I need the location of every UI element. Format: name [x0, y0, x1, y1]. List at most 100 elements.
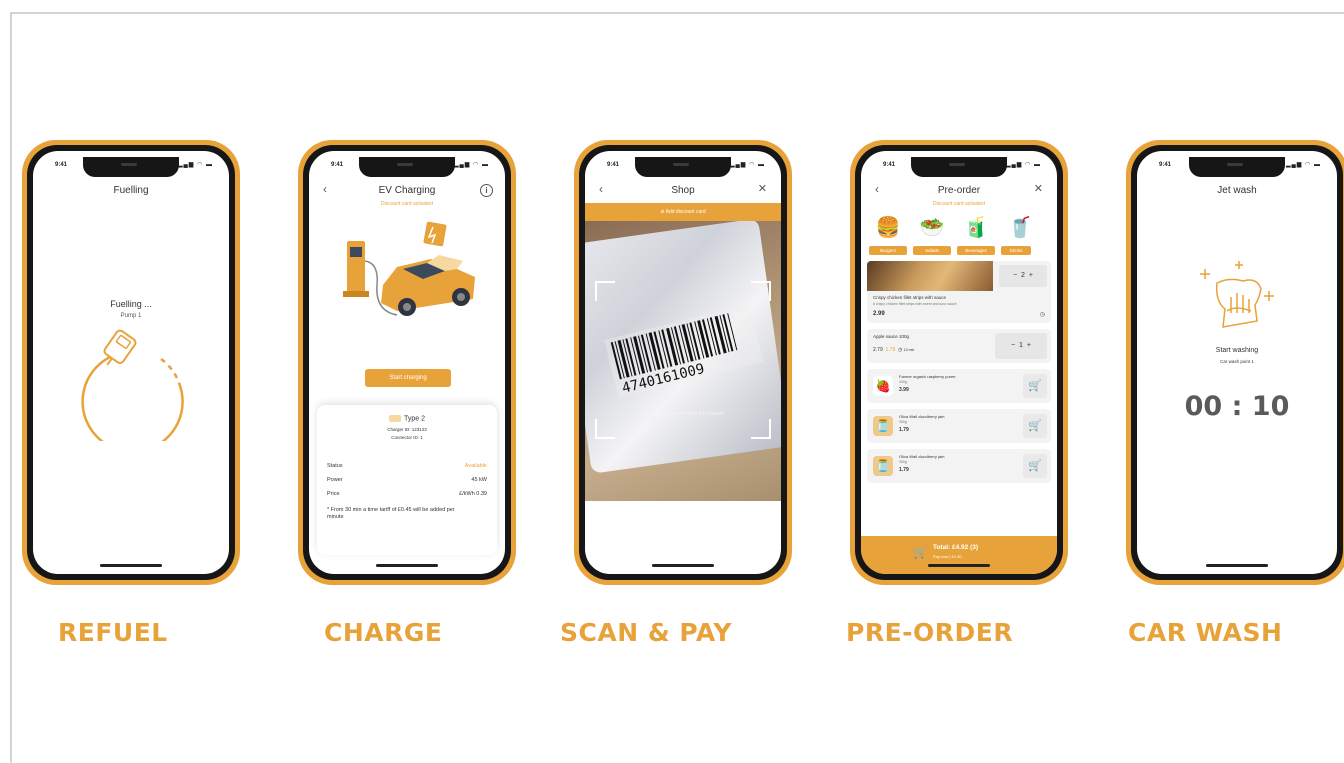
caption-scan-pay: SCAN & PAY: [560, 618, 732, 647]
item-name: Oliva Wafi cloudberry jam: [899, 454, 945, 459]
featured-quantity-stepper[interactable]: − 2 +: [999, 265, 1047, 287]
charger-info-card: Type 2 Charger ID: 123123 Connector ID: …: [317, 405, 497, 555]
status-time: 9:41: [607, 162, 620, 168]
refuel-screen: 9:41 ▂▄▆ ◠ ▬ Fuelling Fuelling ... Pump …: [33, 151, 229, 574]
status-icons: ▂▄▆ ◠ ▬: [177, 162, 213, 168]
connector-type: Type 2: [403, 415, 425, 423]
item-price: 3.99: [899, 387, 909, 393]
phone-carwash: 9:41 ▂▄▆ ◠ ▬ Jet wash Start washing Car …: [1126, 140, 1344, 585]
order-total-sub: Pay now | £1.90: [933, 554, 962, 559]
fuelling-status: Fuelling ...: [110, 299, 152, 309]
caption-pre-order: PRE-ORDER: [846, 618, 1014, 647]
close-icon[interactable]: ✕: [1034, 182, 1043, 195]
food-photo: [867, 261, 993, 291]
screen-title: Pre-order: [937, 185, 981, 196]
prep-time: 10 min: [903, 348, 915, 352]
start-charging-button[interactable]: Start charging: [365, 369, 451, 387]
ev-charging-illustration: [343, 221, 475, 316]
item-description: 6 crispy chicken fillet strips with swee…: [873, 302, 957, 306]
item-price: 2.99: [873, 311, 885, 317]
plus-button[interactable]: +: [1027, 342, 1031, 349]
tariff-note: * From 30 min a time tariff of £0.45 wil…: [327, 507, 455, 520]
close-icon[interactable]: ✕: [758, 182, 767, 195]
price-label: Price: [327, 491, 340, 497]
phone-shop: 9:41 ▂▄▆ ◠ ▬ ‹ Shop ✕ ⊘ Add discount car…: [574, 140, 792, 585]
category-label: Salads: [913, 246, 951, 255]
status-time: 9:41: [331, 162, 344, 168]
power-value: 45 kW: [471, 477, 487, 483]
camera-viewfinder[interactable]: 4740161009 Place the screen to scan the …: [585, 221, 781, 501]
scan-frame-corner: [595, 419, 615, 439]
category-drinks[interactable]: 🥤 Drinks: [1001, 213, 1032, 255]
item-price-row: 2.79 1.79 ◷ 10 min: [873, 347, 914, 353]
category-label: Burgers: [869, 246, 907, 255]
scan-hint: Place the screen to scan the product: [642, 411, 724, 417]
jar-icon: 🫙: [873, 456, 893, 476]
power-label: Power: [327, 477, 343, 483]
burger-icon: 🍔: [875, 217, 901, 239]
item-size: 350g: [899, 420, 907, 424]
phone-charge: 9:41 ▂▄▆ ◠ ▬ ‹ EV Charging i Discount ca…: [298, 140, 516, 585]
scan-frame-corner: [751, 281, 771, 301]
minus-button[interactable]: −: [1011, 342, 1015, 349]
category-label: Beverages: [957, 246, 995, 255]
item-card-apple-sauce[interactable]: Apple sauce 100g 2.79 1.79 ◷ 10 min − 1 …: [867, 329, 1051, 363]
drink-icon: 🥤: [1007, 217, 1033, 239]
category-burgers[interactable]: 🍔 Burgers: [869, 213, 907, 255]
status-label: Status: [327, 463, 343, 469]
cart-icon: 🛒: [913, 545, 928, 559]
item-price: 1.79: [899, 467, 909, 473]
phone-preorder: 9:41 ▂▄▆ ◠ ▬ ‹ Pre-order ✕ Discount card…: [850, 140, 1068, 585]
status-time: 9:41: [1159, 162, 1172, 168]
cart-icon: 🛒: [1028, 460, 1042, 472]
screen-title: EV Charging: [378, 185, 436, 196]
home-indicator: [376, 564, 438, 567]
discount-badge: Discount card activated: [933, 201, 985, 207]
bottle-icon: 🧃: [963, 217, 989, 239]
category-salads[interactable]: 🥗 Salads: [913, 213, 951, 255]
status-icons: ▂▄▆ ◠ ▬: [1285, 162, 1321, 168]
item-price-new: 1.79: [885, 347, 896, 353]
charger-id: Charger ID: 123123: [387, 427, 427, 432]
plus-button[interactable]: +: [1029, 272, 1033, 279]
scan-frame-corner: [595, 281, 615, 301]
screen-title: Jet wash: [1217, 185, 1257, 196]
discount-badge: Discount card activated: [381, 201, 433, 207]
quantity-value: 2: [1021, 272, 1025, 279]
add-to-cart-button[interactable]: 🛒: [1023, 414, 1047, 438]
status-icons: ▂▄▆ ◠ ▬: [453, 162, 489, 168]
item-price: 1.79: [899, 427, 909, 433]
clock-icon: ◷: [898, 347, 903, 353]
list-item[interactable]: 🍓 Farmer organic raspberry puree 400g 3.…: [867, 369, 1051, 403]
status-icons: ▂▄▆ ◠ ▬: [729, 162, 765, 168]
apple-sauce-quantity-stepper[interactable]: − 1 +: [995, 333, 1047, 359]
connector-type-row: Type 2: [317, 415, 497, 422]
info-icon[interactable]: i: [480, 184, 493, 197]
power-row: Power 45 kW: [327, 477, 487, 483]
quantity-value: 1: [1019, 342, 1023, 349]
add-discount-card-bar[interactable]: ⊘ Add discount card: [585, 203, 781, 221]
home-indicator: [652, 564, 714, 567]
item-size: 350g: [899, 460, 907, 464]
caption-car-wash: CAR WASH: [1128, 618, 1283, 647]
charge-screen: 9:41 ▂▄▆ ◠ ▬ ‹ EV Charging i Discount ca…: [309, 151, 505, 574]
status-value: Available: [464, 463, 487, 469]
minus-button[interactable]: −: [1013, 272, 1017, 279]
list-item[interactable]: 🫙 Oliva Wafi cloudberry jam 350g 1.79 🛒: [867, 409, 1051, 443]
hand-wash-icon: [1200, 261, 1274, 328]
carwash-screen: 9:41 ▂▄▆ ◠ ▬ Jet wash Start washing Car …: [1137, 151, 1337, 574]
featured-item-card[interactable]: − 2 + Crispy chicken fillet strips with …: [867, 261, 1051, 323]
item-name: Farmer organic raspberry puree: [899, 374, 956, 379]
list-item[interactable]: 🫙 Oliva Wafi cloudberry jam 350g 1.79 🛒: [867, 449, 1051, 483]
status-row: Status Available: [327, 463, 487, 469]
add-to-cart-button[interactable]: 🛒: [1023, 454, 1047, 478]
add-to-cart-button[interactable]: 🛒: [1023, 374, 1047, 398]
preorder-screen: 9:41 ▂▄▆ ◠ ▬ ‹ Pre-order ✕ Discount card…: [861, 151, 1057, 574]
checkout-bar[interactable]: 🛒 Total: £4.92 (3) Pay now | £1.90: [861, 536, 1057, 574]
item-name: Crispy chicken fillet strips with sauce: [873, 295, 947, 300]
wash-point: Car wash point 1: [1220, 359, 1254, 364]
wash-timer: 00 : 10: [1184, 391, 1290, 422]
category-beverages[interactable]: 🧃 Beverages: [957, 213, 995, 255]
jar-icon: 🍓: [873, 376, 893, 396]
fuel-progress-icon: [81, 329, 184, 441]
